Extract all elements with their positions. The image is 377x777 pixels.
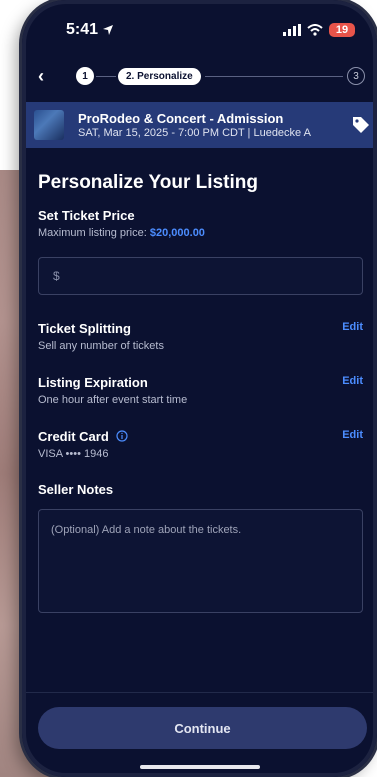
card-value: VISA •••• 1946 — [38, 448, 109, 460]
status-bar: 5:41 19 — [22, 0, 377, 60]
event-subtitle: SAT, Mar 15, 2025 - 7:00 PM CDT | Luedec… — [78, 127, 311, 139]
notes-section: Seller Notes (Optional) Add a note about… — [38, 482, 363, 613]
splitting-edit-link[interactable]: Edit — [342, 321, 363, 333]
event-thumbnail — [34, 110, 64, 140]
card-edit-link[interactable]: Edit — [342, 429, 363, 441]
status-icons: 19 — [283, 23, 355, 37]
splitting-section: Ticket Splitting Sell any number of tick… — [38, 321, 363, 352]
notes-textarea[interactable]: (Optional) Add a note about the tickets. — [38, 509, 363, 613]
step-1-circle: 1 — [76, 67, 94, 85]
battery-badge: 19 — [329, 23, 355, 37]
expiration-value: One hour after event start time — [38, 394, 188, 406]
signal-icon — [283, 24, 301, 36]
card-section: Credit Card VISA •••• 1946 Edit — [38, 429, 363, 460]
status-time: 5:41 — [66, 21, 114, 39]
splitting-label: Ticket Splitting — [38, 321, 131, 336]
splitting-value: Sell any number of tickets — [38, 340, 164, 352]
card-label-row: Credit Card — [38, 429, 129, 444]
event-title: ProRodeo & Concert - Admission — [78, 111, 284, 126]
step-2-pill: 2. Personalize — [118, 67, 201, 85]
price-placeholder: $ — [53, 269, 60, 283]
notes-placeholder: (Optional) Add a note about the tickets. — [51, 524, 242, 536]
page-title: Personalize Your Listing — [38, 172, 258, 193]
price-input[interactable]: $ — [38, 257, 363, 295]
notes-label: Seller Notes — [38, 482, 114, 497]
event-info: ProRodeo & Concert - Admission SAT, Mar … — [78, 111, 377, 139]
step-connector — [204, 75, 343, 77]
step-3-circle: 3 — [347, 67, 365, 85]
max-price-value: $20,000.00 — [149, 227, 205, 239]
card-label: Credit Card — [38, 429, 109, 444]
continue-button[interactable]: Continue — [38, 707, 367, 749]
event-banner: ProRodeo & Concert - Admission SAT, Mar … — [22, 102, 377, 148]
back-arrow-icon[interactable]: ‹ — [38, 66, 62, 87]
price-section: Set Ticket Price Maximum listing price: … — [38, 208, 363, 295]
location-arrow-icon — [103, 25, 114, 35]
progress-stepper: ‹ 1 2. Personalize 3 — [22, 62, 377, 90]
phone-screen: 5:41 19 ‹ 1 2. Personalize 3 ProRodeo & … — [22, 0, 377, 777]
expiration-label: Listing Expiration — [38, 375, 148, 390]
max-price-prefix: Maximum listing price: — [38, 227, 147, 239]
max-price-text: Maximum listing price: $20,000.00 — [38, 227, 363, 239]
listing-form: Personalize Your Listing Set Ticket Pric… — [22, 160, 377, 613]
expiration-section: Listing Expiration One hour after event … — [38, 375, 363, 406]
wifi-icon — [307, 24, 323, 36]
tag-icon — [345, 102, 377, 148]
step-connector — [96, 75, 116, 77]
footer-divider — [22, 692, 377, 693]
price-label: Set Ticket Price — [38, 208, 135, 223]
time-text: 5:41 — [66, 21, 99, 38]
expiration-edit-link[interactable]: Edit — [342, 375, 363, 387]
home-indicator — [140, 765, 260, 769]
info-icon[interactable] — [116, 430, 129, 442]
